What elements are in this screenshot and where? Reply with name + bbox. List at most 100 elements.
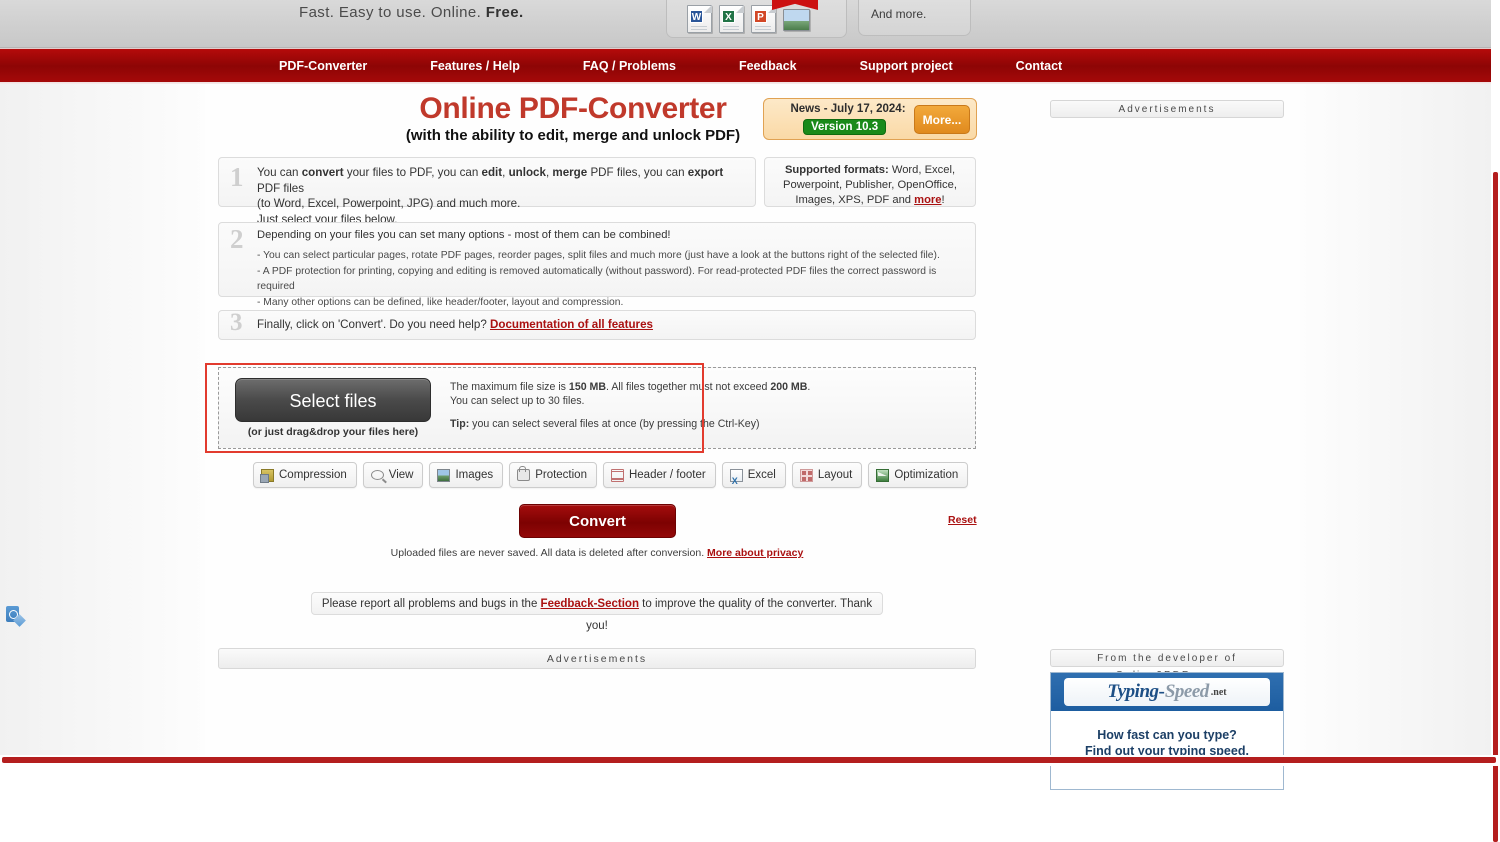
reset-label: Reset xyxy=(948,514,977,526)
option-header-footer[interactable]: Header / footer xyxy=(603,462,716,488)
typing-speed-logo: Typing-Speed.net xyxy=(1051,673,1283,711)
nav-feedback[interactable]: Feedback xyxy=(739,49,797,83)
formats-exclam: ! xyxy=(942,194,945,206)
tip-label: Tip: xyxy=(450,418,469,430)
layout-grid-icon xyxy=(800,469,813,482)
formats-label: Supported formats: xyxy=(785,164,889,176)
documentation-link[interactable]: Documentation of all features xyxy=(490,318,653,331)
banner-tagline: Fast. Easy to use. Online. Free. xyxy=(299,4,524,21)
option-optimization[interactable]: Optimization xyxy=(868,462,968,488)
header-footer-icon xyxy=(611,469,624,482)
option-protection[interactable]: Protection xyxy=(509,462,597,488)
option-optimization-label: Optimization xyxy=(894,463,958,487)
page-badge-icon xyxy=(6,606,19,622)
feedback-bar: Please report all problems and bugs in t… xyxy=(311,592,883,615)
step-3-number: 3 xyxy=(230,309,243,337)
tip-text: you can select several files at once (by… xyxy=(469,418,759,430)
option-header-footer-label: Header / footer xyxy=(629,463,706,487)
supported-formats-box: Supported formats: Word, Excel, Powerpoi… xyxy=(764,157,976,207)
option-layout[interactable]: Layout xyxy=(792,462,863,488)
limit-max-total-size: 200 MB xyxy=(770,381,807,393)
option-excel[interactable]: Excel xyxy=(722,462,786,488)
news-box: News - July 17, 2024: Version 10.3 More.… xyxy=(763,98,977,140)
option-compression-label: Compression xyxy=(279,463,347,487)
step-3-prompt: Finally, click on 'Convert'. Do you need… xyxy=(257,318,490,331)
nav-pdf-converter[interactable]: PDF-Converter xyxy=(279,49,367,83)
option-images-label: Images xyxy=(455,463,493,487)
typing-speed-line1: How fast can you type? xyxy=(1051,728,1283,742)
step-3-box: 3 Finally, click on 'Convert'. Do you ne… xyxy=(218,310,976,340)
ts-logo-word1: Typing xyxy=(1107,681,1158,703)
limit-c: . All files together must not exceed xyxy=(606,381,770,393)
file-dropzone[interactable]: Select files (or just drag&drop your fil… xyxy=(218,367,976,449)
limit-max-file-size: 150 MB xyxy=(569,381,606,393)
supported-formats-text: Supported formats: Word, Excel, Powerpoi… xyxy=(765,158,975,208)
news-version-badge: Version 10.3 xyxy=(803,119,886,135)
vertical-scrollbar-thumb[interactable] xyxy=(1493,172,1498,842)
nav-support-project[interactable]: Support project xyxy=(860,49,953,83)
option-images[interactable]: Images xyxy=(429,462,503,488)
horizontal-scrollbar-thumb[interactable] xyxy=(2,757,1496,763)
file-limits-info: The maximum file size is 150 MB. All fil… xyxy=(450,380,967,408)
nav-contact[interactable]: Contact xyxy=(1016,49,1063,83)
step-1-box: 1 You can convert your files to PDF, you… xyxy=(218,157,756,207)
s1-unlock: unlock xyxy=(509,166,546,179)
step-2-bullet-3: - Many other options can be defined, lik… xyxy=(257,296,967,311)
top-banner: Fast. Easy to use. Online. Free. Export:… xyxy=(0,0,1491,48)
tagline-plain: Fast. Easy to use. Online. xyxy=(299,4,486,21)
s1-i: PDF files, you can xyxy=(587,166,688,179)
feedback-section-link[interactable]: Feedback-Section xyxy=(541,598,639,610)
export-file-icons: W X P xyxy=(687,5,810,33)
step-2-text: Depending on your files you can set many… xyxy=(257,228,967,311)
s1-c: your files to PDF, you can xyxy=(344,166,482,179)
ads-bottom-label: Advertisements xyxy=(218,648,976,669)
left-gutter xyxy=(0,84,205,766)
privacy-link[interactable]: More about privacy xyxy=(707,547,803,559)
excel-file-icon: X xyxy=(719,5,744,33)
formats-more-link[interactable]: more xyxy=(914,194,941,206)
s1-convert: convert xyxy=(302,166,344,179)
right-sidebar: Advertisements From the developer of Onl… xyxy=(1050,100,1284,118)
s1-k: PDF files xyxy=(257,182,304,195)
typing-speed-widget[interactable]: Typing-Speed.net How fast can you type? … xyxy=(1050,672,1284,790)
step-2-bullet-2: - A PDF protection for printing, copying… xyxy=(257,265,967,294)
limit-e: . xyxy=(807,381,810,393)
option-protection-label: Protection xyxy=(535,463,587,487)
news-more-button[interactable]: More... xyxy=(914,105,970,134)
s1-export: export xyxy=(688,166,723,179)
protect-more-text: And more. xyxy=(871,7,926,21)
s1-edit: edit xyxy=(482,166,503,179)
image-file-icon xyxy=(783,9,810,31)
vertical-scrollbar-track[interactable] xyxy=(1491,84,1500,766)
images-icon xyxy=(437,469,450,482)
right-gutter xyxy=(1300,84,1491,766)
option-layout-label: Layout xyxy=(818,463,853,487)
select-files-button[interactable]: Select files xyxy=(235,378,431,422)
reset-link[interactable]: Reset xyxy=(948,514,977,526)
word-file-icon: W xyxy=(687,5,712,33)
nav-faq-problems[interactable]: FAQ / Problems xyxy=(583,49,676,83)
ts-logo-tld: .net xyxy=(1211,687,1227,698)
s1-merge: merge xyxy=(552,166,587,179)
ts-logo-word2: Speed xyxy=(1165,681,1209,703)
developer-label: From the developer of Online2PDF.com xyxy=(1050,649,1284,667)
horizontal-scrollbar-track[interactable] xyxy=(0,755,1500,766)
option-buttons-row: Compression View Images Protection Heade… xyxy=(253,462,968,488)
option-compression[interactable]: Compression xyxy=(253,462,357,488)
option-view[interactable]: View xyxy=(363,462,424,488)
page-title: Online PDF-Converter xyxy=(303,92,843,126)
privacy-text: Uploaded files are never saved. All data… xyxy=(391,547,707,559)
convert-button[interactable]: Convert xyxy=(519,504,676,538)
step-2-heading: Depending on your files you can set many… xyxy=(257,229,671,241)
step-2-number: 2 xyxy=(230,224,244,255)
step-2-box: 2 Depending on your files you can set ma… xyxy=(218,222,976,297)
dropzone-tip: Tip: you can select several files at onc… xyxy=(450,418,760,430)
privacy-note: Uploaded files are never saved. All data… xyxy=(218,547,976,559)
option-view-label: View xyxy=(389,463,414,487)
compression-icon xyxy=(261,469,274,482)
excel-icon xyxy=(730,469,743,482)
main-navigation: PDF-Converter Features / Help FAQ / Prob… xyxy=(0,48,1491,82)
step-1-number: 1 xyxy=(230,162,244,193)
nav-features-help[interactable]: Features / Help xyxy=(430,49,520,83)
option-excel-label: Excel xyxy=(748,463,776,487)
